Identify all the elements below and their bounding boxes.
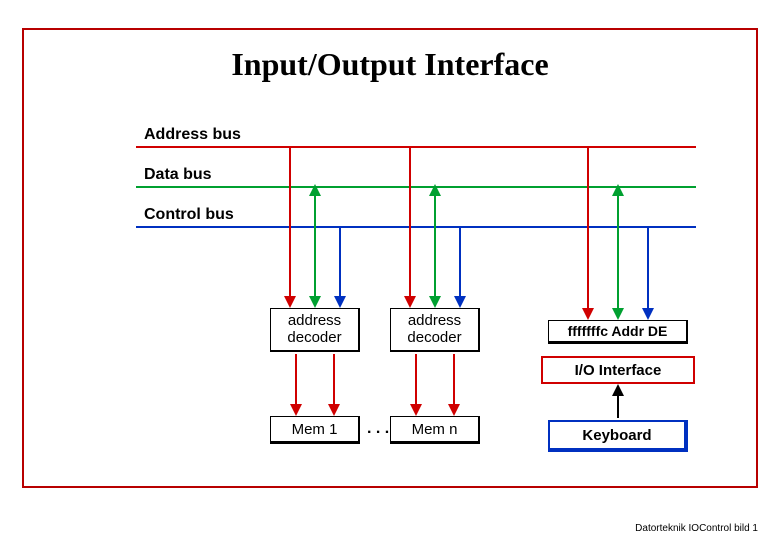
- wires: [24, 30, 760, 490]
- slide-frame: Input/Output Interface Address bus Data …: [22, 28, 758, 488]
- footer-text: Datorteknik IOControl bild 1: [635, 523, 758, 534]
- slide: Input/Output Interface Address bus Data …: [0, 0, 780, 540]
